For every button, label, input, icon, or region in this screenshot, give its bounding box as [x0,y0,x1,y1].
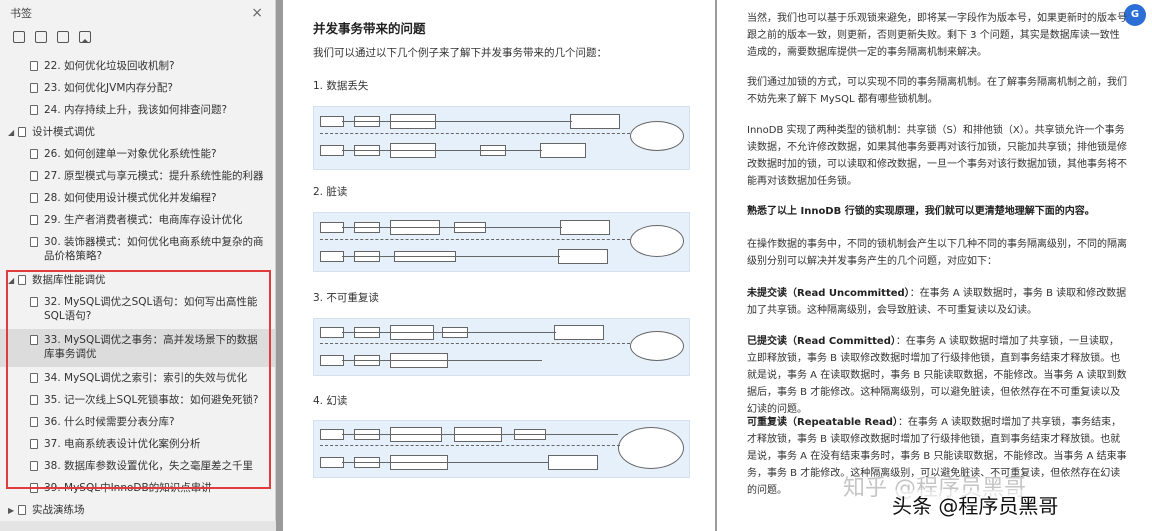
bookmark-group[interactable]: ◢ 数据库性能调优 [0,269,275,291]
bookmark-item[interactable]: 26. 如何创建单一对象优化系统性能? [0,143,275,165]
term-read-committed: 已提交读（Read Committed） [747,336,896,347]
bookmark-page-icon [30,439,38,449]
paragraph: 在操作数据的事务中，不同的锁机制会产生以下几种不同的事务隔离级别，不同的隔离级别… [747,239,1127,267]
bookmark-label: 28. 如何使用设计模式优化并发编程? [44,192,217,204]
section-intro: 我们可以通过以下几个例子来了解下并发事务带来的几个问题： [313,47,607,59]
bookmark-item[interactable]: 34. MySQL调优之索引：索引的失效与优化 [0,367,275,389]
bookmark-page-icon [30,417,38,427]
bookmark-group[interactable]: ◢ 设计模式调优 [0,121,275,143]
collapse-all-icon[interactable] [35,31,47,43]
bookmark-label: 数据库性能调优 [32,274,106,286]
bookmark-label: 29. 生产者消费者模式：电商库存设计优化 [44,214,243,226]
bookmark-page-icon [18,275,26,285]
paragraph: 我们通过加锁的方式，可以实现不同的事务隔离机制。在了解事务隔离机制之前，我们不妨… [747,77,1127,105]
bookmark-label: 24. 内存持续上升，我该如何排查问题? [44,104,228,116]
bookmark-item[interactable]: 28. 如何使用设计模式优化并发编程? [0,187,275,209]
paragraph-emphasis: 熟悉了以上 InnoDB 行锁的实现原理，我们就可以更清楚地理解下面的内容。 [747,206,1095,217]
bookmark-item[interactable]: 37. 电商系统表设计优化案例分析 [0,433,275,455]
caret-down-icon[interactable]: ◢ [8,126,18,140]
bookmark-label: 实战演练场 [32,504,85,516]
bookmark-item[interactable]: 33. MySQL调优之事务：高并发场景下的数据库事务调优 [0,329,275,367]
bookmark-page-icon [30,61,38,71]
bookmark-page-icon [30,395,38,405]
bookmark-label: 32. MySQL调优之SQL语句：如何写出高性能SQL语句? [44,296,258,322]
bookmark-item[interactable]: 35. 记一次线上SQL死锁事故：如何避免死锁? [0,389,275,411]
bookmark-label: 38. 数据库参数设置优化，失之毫厘差之千里 [44,460,254,472]
bookmark-page-icon [30,373,38,383]
bookmark-page-icon [30,237,38,247]
subsection-heading: 3. 不可重复读 [313,292,379,304]
paragraph: InnoDB 实现了两种类型的锁机制：共享锁（S）和排他锁（X）。共享锁允许一个… [747,125,1127,187]
bookmark-icon[interactable] [79,31,91,43]
bookmark-item[interactable]: 22. 如何优化垃圾回收机制? [0,55,275,77]
bookmark-page-icon [30,83,38,93]
bookmark-label: 39. MySQL中InnoDB的知识点串讲 [44,482,212,494]
document-page-right: G 当然，我们也可以基于乐观锁来避免，即将某一字段作为版本号，如果更新时的版本号… [717,0,1152,531]
bookmark-label: 37. 电商系统表设计优化案例分析 [44,438,201,450]
bookmark-label: 27. 原型模式与享元模式：提升系统性能的利器 [44,170,264,182]
bookmark-page-icon [30,297,38,307]
bookmark-item[interactable]: 29. 生产者消费者模式：电商库存设计优化 [0,209,275,231]
paragraph-repeatable-read: 可重复读（Repeatable Read）：在事务 A 读取数据时增加了共享锁，… [747,414,1127,494]
status-bar [0,521,276,531]
sidebar-title: 书签 [10,7,32,20]
document-page-left: 并发事务带来的问题 我们可以通过以下几个例子来了解下并发事务带来的几个问题： 1… [283,0,715,531]
bookmark-page-icon [30,193,38,203]
bookmark-item[interactable]: 39. MySQL中InnoDB的知识点串讲 [0,477,275,499]
bookmark-label: 22. 如何优化垃圾回收机制? [44,60,175,72]
text: ：在事务 A 读取数据时增加了共享锁，一旦读取，立即释放锁，事务 B 读取修改数… [747,336,1127,415]
bookmark-label: 36. 什么时候需要分表分库? [44,416,175,428]
term-repeatable-read: 可重复读（Repeatable Read） [747,417,898,428]
sidebar-header: 书签 × [0,0,275,26]
bookmark-page-icon [30,483,38,493]
bookmark-item[interactable]: 27. 原型模式与享元模式：提升系统性能的利器 [0,165,275,187]
bookmark-page-icon [18,505,26,515]
bookmark-page-icon [30,149,38,159]
bookmark-sidebar: 书签 × 22. 如何优化垃圾回收机制? 23. 如何优化JVM内存分配? 24. … [0,0,276,531]
subsection-heading: 1. 数据丢失 [313,80,369,92]
diagram-dirty-read [313,212,690,272]
bookmark-label: 34. MySQL调优之索引：索引的失效与优化 [44,372,248,384]
diagram-lost-update [313,106,690,170]
bookmark-page-icon [30,215,38,225]
expand-all-icon[interactable] [13,31,25,43]
paragraph-read-uncommitted: 未提交读（Read Uncommitted）：在事务 A 读取数据时，事务 B … [747,285,1127,319]
bookmark-page-icon [30,171,38,181]
bookmark-label: 30. 装饰器模式：如何优化电商系统中复杂的商品价格策略? [44,236,264,262]
paragraph-read-committed: 已提交读（Read Committed）：在事务 A 读取数据时增加了共享锁，一… [747,333,1127,418]
bookmark-page-icon [30,335,38,345]
bookmark-label: 33. MySQL调优之事务：高并发场景下的数据库事务调优 [44,334,258,360]
paragraph: 当然，我们也可以基于乐观锁来避免，即将某一字段作为版本号，如果更新时的版本号跟之… [747,13,1127,58]
bookmark-label: 23. 如何优化JVM内存分配? [44,82,173,94]
watermark-toutiao: 头条 @程序员黑哥 [888,490,1063,519]
translate-float-button[interactable]: G [1124,4,1146,26]
bookmark-group[interactable]: ▶ 实战演练场 [0,499,275,521]
caret-right-icon[interactable]: ▶ [8,504,18,518]
bookmark-item[interactable]: 24. 内存持续上升，我该如何排查问题? [0,99,275,121]
subsection-heading: 2. 脏读 [313,186,348,198]
sidebar-toolbar [0,26,275,48]
caret-down-icon[interactable]: ◢ [8,274,18,288]
term-read-uncommitted: 未提交读（Read Uncommitted） [747,288,910,299]
diagram-non-repeatable-read [313,318,690,376]
bookmark-page-icon [30,461,38,471]
subsection-heading: 4. 幻读 [313,395,348,407]
bookmark-label: 设计模式调优 [32,126,95,138]
bookmark-label: 26. 如何创建单一对象优化系统性能? [44,148,217,160]
bookmark-item[interactable]: 30. 装饰器模式：如何优化电商系统中复杂的商品价格策略? [0,231,275,269]
bookmark-page-icon [18,127,26,137]
bookmark-add-icon[interactable] [57,31,69,43]
text: ：在事务 A 读取数据时增加了共享锁，事务结束，才释放锁，事务 B 读取修改数据… [747,417,1127,494]
bookmark-item[interactable]: 32. MySQL调优之SQL语句：如何写出高性能SQL语句? [0,291,275,329]
bookmark-item[interactable]: 23. 如何优化JVM内存分配? [0,77,275,99]
close-icon[interactable]: × [251,5,263,21]
bookmark-label: 35. 记一次线上SQL死锁事故：如何避免死锁? [44,394,259,406]
bookmark-item[interactable]: 38. 数据库参数设置优化，失之毫厘差之千里 [0,455,275,477]
diagram-phantom-read [313,420,690,478]
section-title: 并发事务带来的问题 [313,21,426,36]
bookmark-page-icon [30,105,38,115]
bookmark-item[interactable]: 36. 什么时候需要分表分库? [0,411,275,433]
